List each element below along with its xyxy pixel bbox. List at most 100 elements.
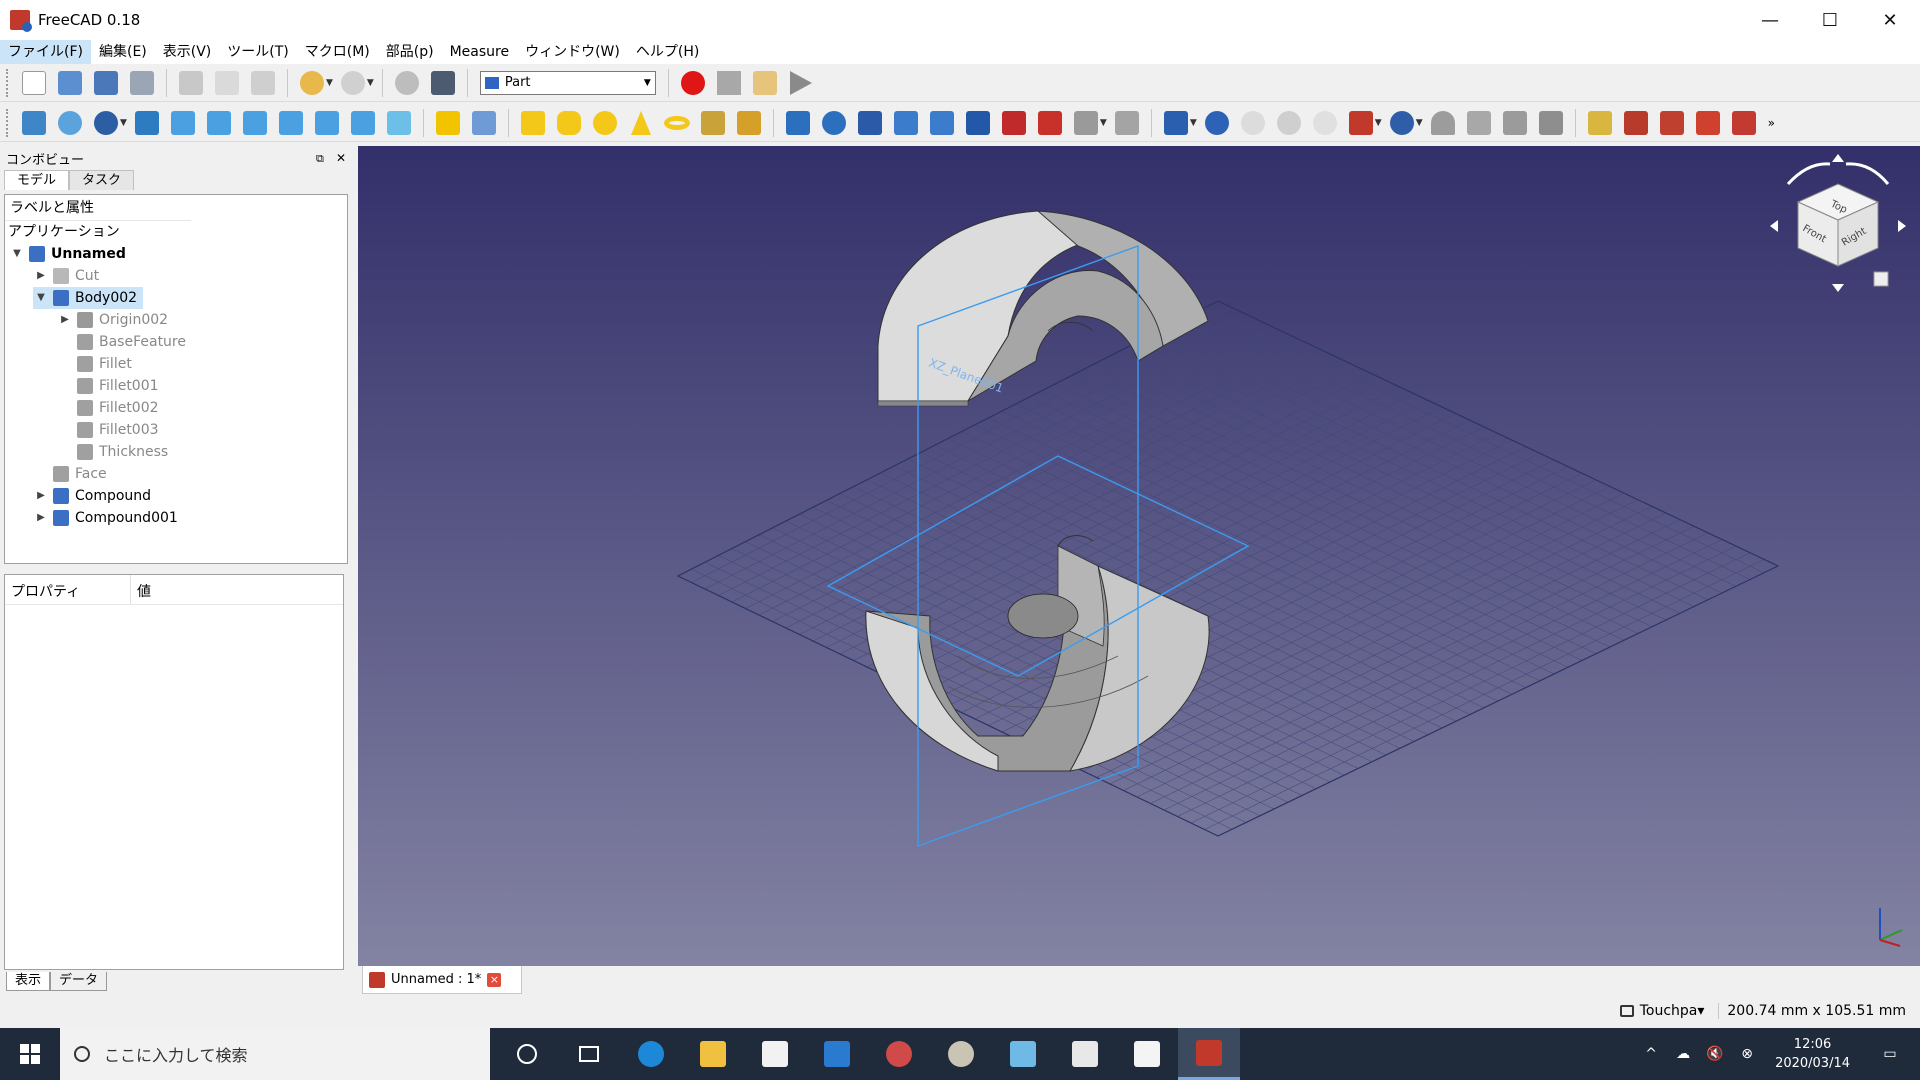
menu-help[interactable]: ヘルプ(H) [628, 40, 707, 64]
chevron-right-icon[interactable]: ▶ [33, 485, 49, 507]
sweep-dropdown-icon[interactable]: ▼ [1100, 118, 1107, 128]
view-top-button[interactable] [204, 108, 234, 138]
tree-item-thickness[interactable]: Thickness [57, 441, 168, 463]
snipping-app[interactable] [868, 1028, 930, 1080]
value-column-header[interactable]: 値 [131, 575, 157, 604]
create-group-button[interactable] [469, 108, 499, 138]
split-dropdown-icon[interactable]: ▼ [1416, 118, 1423, 128]
create-part-button[interactable] [433, 108, 463, 138]
save-document-button[interactable] [91, 68, 121, 98]
tree-item-fillet001[interactable]: Fillet001 [57, 375, 159, 397]
part-common-button[interactable] [1310, 108, 1340, 138]
measure-distance-button[interactable] [384, 108, 414, 138]
fit-all-button[interactable] [19, 108, 49, 138]
tree-item-body002[interactable]: ▼ Body002 [33, 287, 144, 309]
document-tab-unnamed[interactable]: Unnamed : 1* × [362, 966, 522, 994]
chart-app[interactable] [1116, 1028, 1178, 1080]
paste-button[interactable] [248, 68, 278, 98]
menu-macro[interactable]: マクロ(M) [297, 40, 378, 64]
part-cross-sections-button[interactable] [1536, 108, 1566, 138]
menu-file[interactable]: ファイル(F) [0, 40, 91, 64]
tab-view[interactable]: 表示 [6, 972, 51, 991]
part-split-button[interactable] [1387, 108, 1417, 138]
cortana-button[interactable] [496, 1028, 558, 1080]
menu-measure[interactable]: Measure [442, 40, 518, 64]
task-view-button[interactable] [558, 1028, 620, 1080]
view-left-button[interactable] [348, 108, 378, 138]
tree-item-basefeature[interactable]: BaseFeature [57, 331, 186, 353]
measure-toggle-button[interactable] [1729, 108, 1759, 138]
navcube-menu-icon[interactable] [1873, 271, 1889, 287]
tab-tasks[interactable]: タスク [69, 170, 135, 190]
part-box-button[interactable] [518, 108, 548, 138]
part-cylinder-button[interactable] [554, 108, 584, 138]
menu-view[interactable]: 表示(V) [155, 40, 220, 64]
toolbar-handle[interactable] [6, 108, 12, 137]
macro-record-button[interactable] [678, 68, 708, 98]
edge-app[interactable] [620, 1028, 682, 1080]
tab-data[interactable]: データ [50, 972, 108, 991]
rotate-left-arrow-icon[interactable] [1786, 162, 1831, 186]
taskbar-search[interactable]: ここに入力して検索 [60, 1028, 490, 1080]
part-sweep-button[interactable] [1071, 108, 1101, 138]
network-icon[interactable]: ⊗ [1735, 1046, 1759, 1062]
cut-button[interactable] [176, 68, 206, 98]
tree-item-compound001[interactable]: ▶ Compound001 [33, 507, 178, 529]
measure-refresh-button[interactable] [1657, 108, 1687, 138]
pan-down-arrow-icon[interactable] [1832, 284, 1844, 292]
view-right-button[interactable] [240, 108, 270, 138]
close-document-icon[interactable]: × [487, 972, 502, 987]
draw-style-button[interactable] [91, 108, 121, 138]
refresh-button[interactable] [392, 68, 422, 98]
part-fuse-button[interactable] [1274, 108, 1304, 138]
view-front-button[interactable] [168, 108, 198, 138]
tree-item-cut[interactable]: ▶ Cut [33, 265, 99, 287]
part-extrude-button[interactable] [783, 108, 813, 138]
close-panel-icon[interactable]: ✕ [336, 151, 346, 165]
part-shape-builder-button[interactable] [734, 108, 764, 138]
part-make-face-button[interactable] [963, 108, 993, 138]
tree-root-application[interactable]: アプリケーション [8, 221, 120, 243]
notifications-icon[interactable]: ▭ [1878, 1046, 1902, 1062]
notes-app[interactable] [992, 1028, 1054, 1080]
start-button[interactable] [0, 1028, 60, 1080]
fit-selection-button[interactable] [55, 108, 85, 138]
tree-item-face[interactable]: Face [33, 463, 107, 485]
rotate-right-arrow-icon[interactable] [1845, 162, 1890, 185]
chevron-right-icon[interactable]: ▶ [33, 507, 49, 529]
tree-item-fillet003[interactable]: Fillet003 [57, 419, 159, 441]
tray-overflow-icon[interactable]: ^ [1639, 1046, 1663, 1062]
menu-window[interactable]: ウィンドウ(W) [517, 40, 628, 64]
redo-button[interactable] [338, 68, 368, 98]
part-revolve-button[interactable] [819, 108, 849, 138]
onedrive-cloud-icon[interactable]: ☁ [1671, 1046, 1695, 1062]
navigation-cube[interactable]: Top Front Right [1768, 154, 1908, 304]
part-defeaturing-button[interactable] [1464, 108, 1494, 138]
3d-scene[interactable]: XZ_Plane001 [358, 146, 1920, 966]
save-as-button[interactable] [127, 68, 157, 98]
menu-part[interactable]: 部品(p) [378, 40, 442, 64]
part-chamfer-button[interactable] [927, 108, 957, 138]
measure-linear-button[interactable] [1585, 108, 1615, 138]
part-fillet-button[interactable] [891, 108, 921, 138]
tab-model[interactable]: モデル [4, 170, 70, 190]
minimize-button[interactable]: — [1740, 0, 1800, 40]
part-primitives-button[interactable] [698, 108, 728, 138]
workbench-selector[interactable]: Part ▼ [479, 70, 656, 95]
part-section-button[interactable] [1500, 108, 1530, 138]
part-sphere-button[interactable] [590, 108, 620, 138]
part-join-button[interactable] [1346, 108, 1376, 138]
compound-dropdown-icon[interactable]: ▼ [1190, 118, 1197, 128]
chevron-down-icon[interactable]: ▼ [9, 243, 25, 265]
chevron-right-icon[interactable]: ▶ [57, 309, 73, 331]
part-loft-button[interactable] [1035, 108, 1065, 138]
tree-item-compound[interactable]: ▶ Compound [33, 485, 151, 507]
navigation-style-selector[interactable]: Touchpa▾ [1619, 1003, 1704, 1019]
copy-button[interactable] [212, 68, 242, 98]
toolbar-handle[interactable] [6, 68, 12, 97]
pan-up-arrow-icon[interactable] [1832, 154, 1844, 162]
tree-item-fillet[interactable]: Fillet [57, 353, 132, 375]
float-panel-icon[interactable]: ⧉ [316, 152, 324, 165]
join-dropdown-icon[interactable]: ▼ [1375, 118, 1382, 128]
menu-tools[interactable]: ツール(T) [219, 40, 296, 64]
